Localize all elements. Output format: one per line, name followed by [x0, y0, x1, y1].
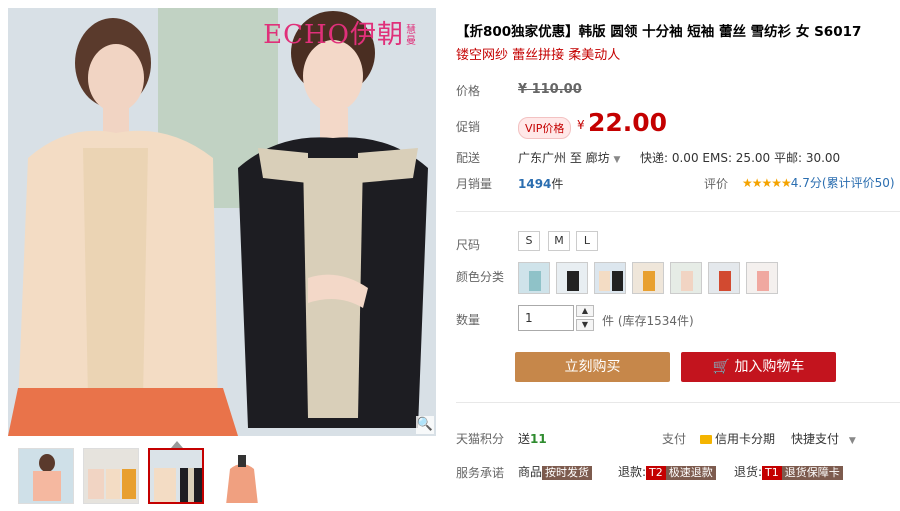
cart-icon: 🛒 — [712, 359, 730, 375]
credit-card-icon — [700, 435, 712, 444]
service-fast-refund[interactable]: 退款: T2 极速退款 — [618, 463, 716, 480]
thumbnail[interactable] — [213, 448, 269, 504]
chevron-down-icon: ▼ — [613, 155, 621, 165]
product-info-panel: 【折800独家优惠】韩版 圆领 十分袖 短袖 蕾丝 雪纺衫 女 S6017 镂空… — [456, 0, 900, 511]
color-swatch[interactable] — [594, 262, 626, 294]
monthly-sales-label: 月销量 — [456, 177, 493, 191]
color-swatch[interactable] — [670, 262, 702, 294]
pay-label: 支付 — [662, 432, 687, 446]
service-label: 服务承诺 — [456, 466, 505, 480]
color-swatch[interactable] — [708, 262, 740, 294]
size-option-l[interactable]: L — [576, 231, 598, 251]
thumbnail-selected[interactable] — [148, 448, 204, 504]
thumbnail[interactable] — [83, 448, 139, 504]
add-to-cart-button[interactable]: 🛒 加入购物车 — [681, 352, 836, 382]
color-swatch[interactable] — [556, 262, 588, 294]
divider — [456, 402, 900, 403]
thumbnail[interactable] — [18, 448, 74, 504]
thumbnail-strip — [18, 448, 438, 506]
shipping-fees: 快递: 0.00 EMS: 25.00 平邮: 30.00 — [640, 151, 841, 165]
product-gallery: ECHO伊朝 慧曼 🔍 — [0, 0, 438, 511]
size-option-s[interactable]: S — [518, 231, 540, 251]
product-title: 【折800独家优惠】韩版 圆领 十分袖 短袖 蕾丝 雪纺衫 女 S6017 — [456, 24, 862, 40]
vip-price-badge: VIP价格 — [518, 117, 572, 139]
shipping-route[interactable]: 广东广州 至 廊坊 ▼ — [518, 149, 620, 166]
monthly-sales: 1494件 — [518, 177, 564, 191]
quantity-increase-button[interactable]: ▲ — [576, 305, 594, 317]
promo-price: 22.00 — [588, 108, 668, 137]
color-swatch[interactable] — [746, 262, 778, 294]
main-product-photo[interactable]: ECHO伊朝 慧曼 🔍 — [8, 8, 436, 436]
quick-pay[interactable]: 快捷支付 ▼ — [791, 430, 856, 447]
shipping-label: 配送 — [456, 151, 481, 165]
service-ontime[interactable]: 商品 按时发货 — [518, 463, 593, 480]
price-label: 价格 — [456, 84, 481, 98]
size-label: 尺码 — [456, 238, 481, 252]
brand-logo: ECHO伊朝 慧曼 — [263, 20, 417, 50]
product-subtitle: 镂空网纱 蕾丝拼接 柔美动人 — [456, 48, 621, 63]
credit-installment[interactable]: 信用卡分期 — [700, 430, 775, 447]
models-illustration — [8, 8, 436, 436]
chevron-down-icon: ▼ — [848, 436, 856, 446]
quantity-decrease-button[interactable]: ▼ — [576, 319, 594, 331]
points-value: 送11 — [518, 432, 547, 446]
color-label: 颜色分类 — [456, 270, 505, 284]
rating[interactable]: ★★★★★4.7分(累计评价50) — [742, 174, 895, 191]
service-return-card[interactable]: 退货: T1 退货保障卡 — [734, 463, 843, 480]
rating-label: 评价 — [704, 177, 729, 191]
divider — [456, 211, 900, 212]
currency-symbol: ¥ — [577, 118, 585, 132]
size-option-m[interactable]: M — [548, 231, 570, 251]
buy-now-button[interactable]: 立刻购买 — [515, 352, 670, 382]
original-price: ¥ 110.00 — [518, 82, 582, 97]
quantity-label: 数量 — [456, 313, 481, 327]
quantity-input[interactable]: 1 — [518, 305, 574, 331]
thumb-selected-arrow — [171, 441, 183, 448]
points-label: 天猫积分 — [456, 432, 505, 446]
zoom-icon[interactable]: 🔍 — [416, 416, 434, 434]
star-rating-icon: ★★★★★ — [742, 176, 792, 190]
stock-text: 件 (库存1534件) — [602, 314, 694, 328]
promo-label: 促销 — [456, 120, 481, 134]
color-swatch[interactable] — [632, 262, 664, 294]
color-swatch[interactable] — [518, 262, 550, 294]
